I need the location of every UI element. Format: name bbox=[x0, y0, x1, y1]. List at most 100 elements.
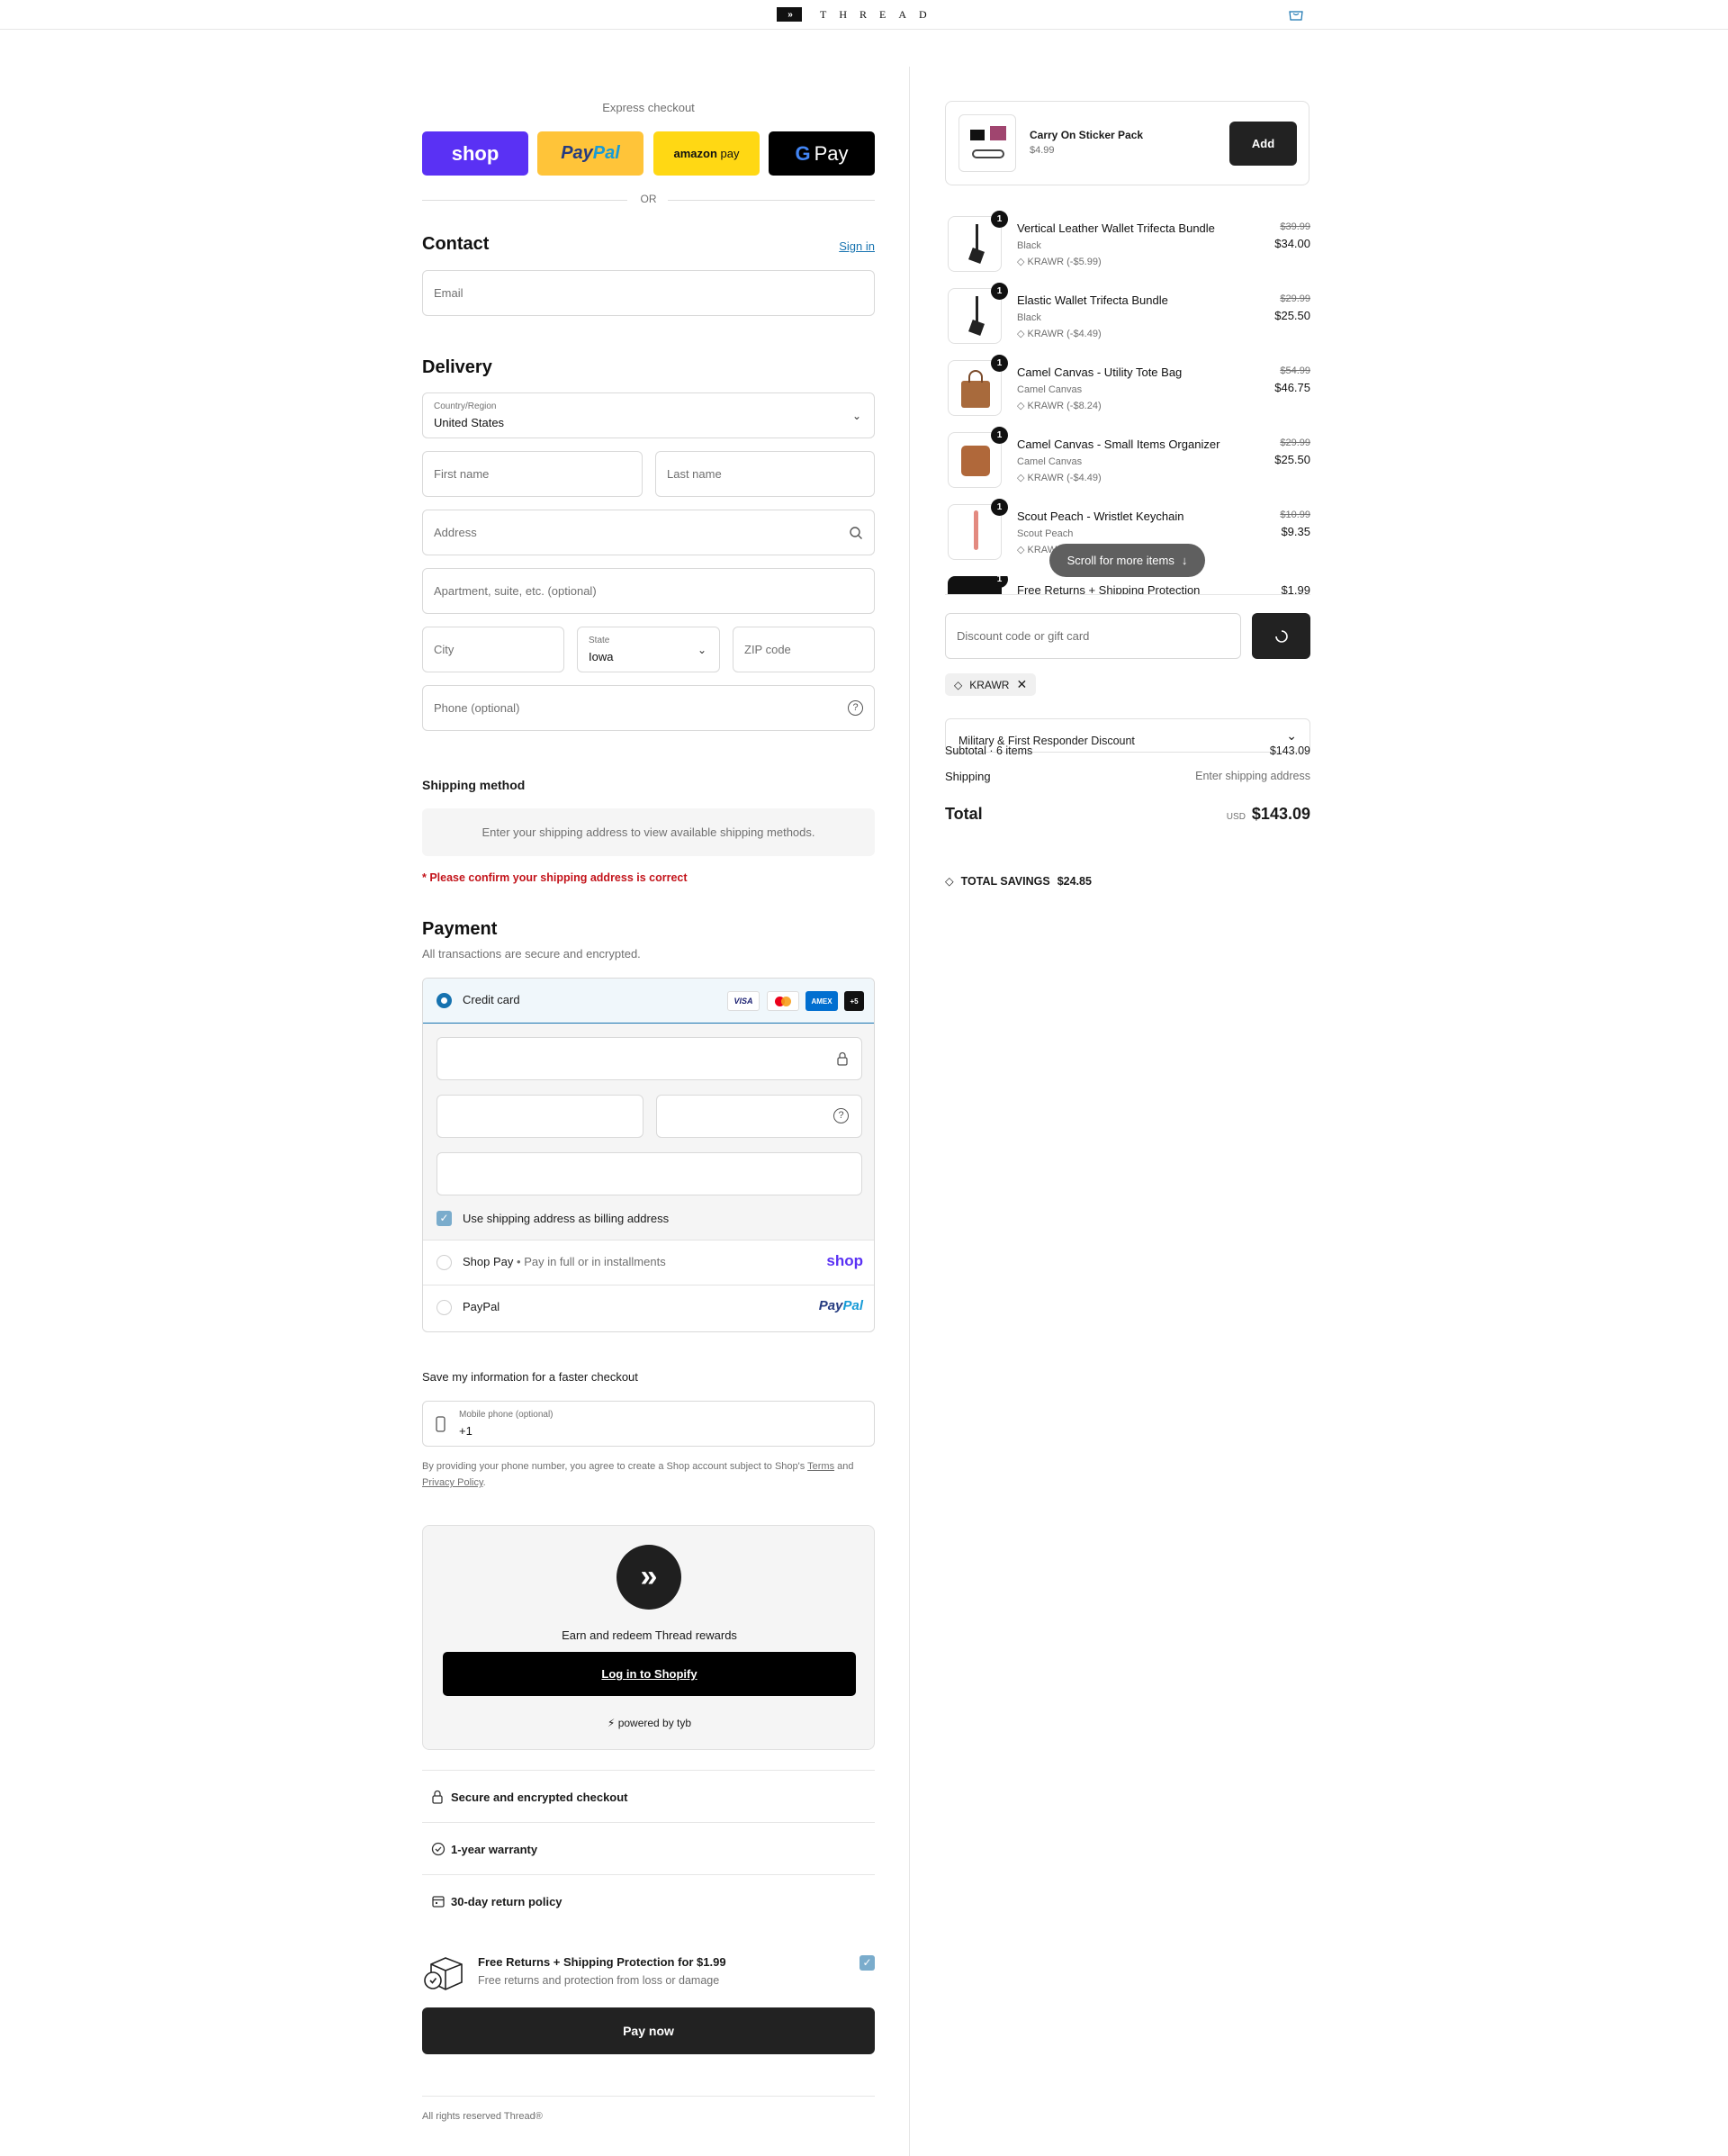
credit-card-form: ? ✓ Use shipping address as billing addr… bbox=[423, 1024, 874, 1240]
country-select[interactable]: Country/Region United States ⌄ bbox=[422, 392, 875, 438]
upsell-name: Carry On Sticker Pack bbox=[1030, 129, 1144, 141]
mobile-phone-field[interactable]: Mobile phone (optional) +1 bbox=[422, 1401, 875, 1447]
arrow-down-icon: ↓ bbox=[1181, 554, 1188, 567]
apply-discount-button[interactable] bbox=[1252, 613, 1310, 659]
item-name: Scout Peach - Wristlet Keychain bbox=[1017, 510, 1184, 523]
item-name: Elastic Wallet Trifecta Bundle bbox=[1017, 293, 1168, 307]
credit-card-radio[interactable] bbox=[436, 993, 452, 1008]
item-price: $34.00 bbox=[1274, 237, 1310, 250]
rewards-panel: » Earn and redeem Thread rewards Log in … bbox=[422, 1525, 875, 1750]
discount-code-field[interactable]: Discount code or gift card bbox=[945, 613, 1241, 659]
google-pay-button[interactable]: G Pay bbox=[769, 131, 875, 176]
item-name: Vertical Leather Wallet Trifecta Bundle bbox=[1017, 221, 1215, 235]
item-variant: Camel Canvas bbox=[1017, 384, 1083, 395]
shipping-label: Shipping bbox=[945, 770, 991, 783]
item-price: $46.75 bbox=[1274, 381, 1310, 394]
brand-logo[interactable]: » THREAD bbox=[777, 7, 940, 22]
chevron-down-icon: ⌄ bbox=[851, 410, 861, 422]
item-variant: Camel Canvas bbox=[1017, 456, 1083, 467]
subtotal-value: $143.09 bbox=[1269, 744, 1310, 757]
google-pay-logo: G Pay bbox=[795, 141, 849, 165]
cart-item: 1 Camel Canvas - Small Items Organizer C… bbox=[945, 427, 1310, 504]
item-name: Camel Canvas - Small Items Organizer bbox=[1017, 438, 1220, 451]
protection-checkbox[interactable]: ✓ bbox=[860, 1955, 875, 1971]
trust-warranty: 1-year warranty bbox=[422, 1822, 875, 1874]
powered-by-tyb: ⚡ powered by tyb bbox=[607, 1717, 692, 1729]
shipping-warning: * Please confirm your shipping address i… bbox=[422, 871, 688, 884]
contact-heading: Contact bbox=[422, 234, 490, 254]
paypal-button[interactable]: PayPal bbox=[537, 131, 644, 176]
terms-link[interactable]: Terms bbox=[807, 1461, 834, 1472]
upsell-price: $4.99 bbox=[1030, 145, 1055, 156]
first-name-field[interactable]: First name bbox=[422, 451, 643, 497]
tag-icon: ◇ bbox=[945, 875, 954, 888]
zip-field[interactable]: ZIP code bbox=[733, 627, 875, 672]
address-field[interactable]: Address bbox=[422, 510, 875, 555]
tag-icon: ◇ bbox=[1017, 473, 1025, 483]
payment-subtitle: All transactions are secure and encrypte… bbox=[422, 947, 641, 961]
protection-title: Free Returns + Shipping Protection for $… bbox=[478, 1955, 726, 1969]
shipping-method-heading: Shipping method bbox=[422, 778, 526, 792]
tag-icon: ◇ bbox=[954, 678, 963, 691]
expiration-field[interactable] bbox=[436, 1095, 644, 1138]
item-discount: ◇ KRAWR (-$5.99) bbox=[1017, 257, 1102, 267]
item-price: $25.50 bbox=[1274, 309, 1310, 322]
item-discount: ◇ KRAWR (-$8.24) bbox=[1017, 401, 1102, 411]
item-original-price: $54.99 bbox=[1280, 365, 1310, 376]
shop-pay-button[interactable]: shop bbox=[422, 131, 528, 176]
shipping-value: Enter shipping address bbox=[1195, 770, 1310, 782]
tag-icon: ◇ bbox=[1017, 545, 1025, 555]
apartment-field[interactable]: Apartment, suite, etc. (optional) bbox=[422, 568, 875, 614]
item-name: Camel Canvas - Utility Tote Bag bbox=[1017, 365, 1183, 379]
phone-field[interactable]: Phone (optional) ? bbox=[422, 685, 875, 731]
more-cards-badge: +5 bbox=[844, 991, 864, 1011]
google-g-icon: G bbox=[795, 141, 811, 165]
visa-icon: VISA bbox=[727, 991, 760, 1011]
item-original-price: $29.99 bbox=[1280, 438, 1310, 448]
item-original-price: $10.99 bbox=[1280, 510, 1310, 520]
upsell-card: Carry On Sticker Pack $4.99 Add bbox=[945, 101, 1310, 185]
shop-pay-option[interactable]: Shop Pay • Pay in full or in installment… bbox=[423, 1240, 874, 1285]
paypal-option[interactable]: PayPal PayPal bbox=[423, 1285, 874, 1330]
calendar-icon bbox=[432, 1896, 445, 1908]
paypal-logo: PayPal bbox=[818, 1298, 863, 1313]
amazon-pay-logo: amazon pay bbox=[673, 147, 740, 160]
item-price: $25.50 bbox=[1274, 453, 1310, 466]
privacy-policy-link[interactable]: Privacy Policy bbox=[422, 1477, 483, 1488]
tag-icon: ◇ bbox=[1017, 329, 1025, 339]
rewards-text: Earn and redeem Thread rewards bbox=[562, 1628, 737, 1642]
last-name-field[interactable]: Last name bbox=[655, 451, 875, 497]
subtotal-label: Subtotal · 6 items bbox=[945, 744, 1033, 757]
remove-code-icon[interactable]: ✕ bbox=[1016, 677, 1027, 692]
cart-bag-icon[interactable] bbox=[1287, 8, 1305, 21]
log-in-shopify-button[interactable]: Log in to Shopify bbox=[443, 1652, 856, 1696]
billing-same-checkbox[interactable]: ✓ bbox=[436, 1211, 452, 1226]
security-code-field[interactable]: ? bbox=[656, 1095, 862, 1138]
item-original-price: $39.99 bbox=[1280, 221, 1310, 232]
name-on-card-field[interactable] bbox=[436, 1152, 862, 1195]
chevron-down-icon: ⌄ bbox=[1286, 728, 1297, 743]
sticker-pack-thumbnail bbox=[958, 114, 1016, 172]
email-field[interactable]: Email bbox=[422, 270, 875, 316]
shop-logo: shop bbox=[826, 1252, 863, 1269]
sign-in-link[interactable]: Sign in bbox=[839, 239, 875, 253]
quantity-badge: 1 bbox=[991, 427, 1008, 444]
paypal-radio[interactable] bbox=[436, 1300, 452, 1315]
shop-terms-text: By providing your phone number, you agre… bbox=[422, 1461, 854, 1488]
cart-item: 1 Camel Canvas - Utility Tote Bag Camel … bbox=[945, 355, 1310, 432]
credit-card-option[interactable]: Credit card VISA AMEX +5 bbox=[423, 979, 874, 1024]
shop-pay-radio[interactable] bbox=[436, 1255, 452, 1270]
paypal-logo: PayPal bbox=[561, 143, 620, 163]
amazon-pay-button[interactable]: amazon pay bbox=[653, 131, 760, 176]
footer-divider bbox=[422, 2096, 875, 2097]
add-upsell-button[interactable]: Add bbox=[1229, 122, 1297, 166]
state-select[interactable]: State Iowa ⌄ bbox=[577, 627, 720, 672]
help-icon[interactable]: ? bbox=[848, 700, 863, 716]
pay-now-button[interactable]: Pay now bbox=[422, 2007, 875, 2054]
city-field[interactable]: City bbox=[422, 627, 564, 672]
total-savings: ◇ TOTAL SAVINGS $24.85 bbox=[945, 874, 1092, 889]
card-number-field[interactable] bbox=[436, 1037, 862, 1080]
scroll-more-button[interactable]: Scroll for more items ↓ bbox=[1049, 544, 1205, 577]
tag-icon: ◇ bbox=[1017, 257, 1025, 267]
loading-spinner-icon bbox=[1274, 629, 1288, 643]
